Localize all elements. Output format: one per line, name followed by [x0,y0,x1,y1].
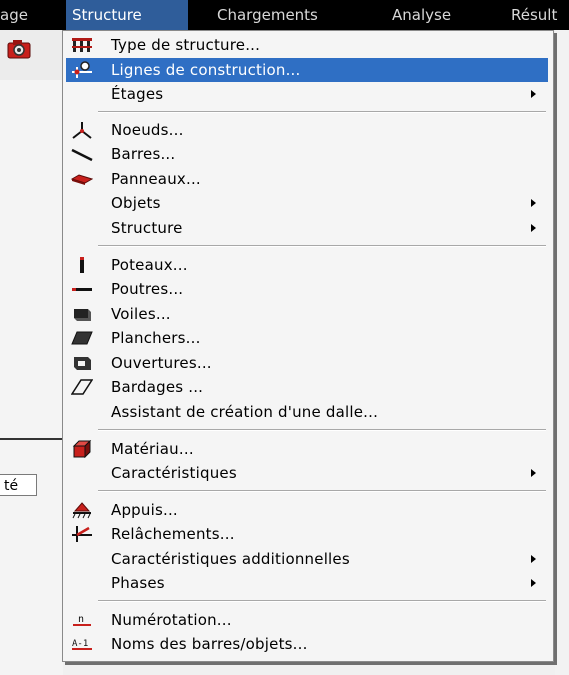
menu-item-label: Relâchements... [111,525,235,543]
menu-item-label: Lignes de construction... [111,61,301,79]
menu-item-label: Poutres... [111,280,184,298]
menu-item-phases[interactable]: Phases [66,571,548,595]
numbering-icon: n [71,611,93,629]
right-panel [555,30,569,675]
camera-icon[interactable] [6,38,32,60]
menu-item-appuis[interactable]: Appuis... [66,498,548,522]
menu-analyse[interactable]: Analyse [386,0,457,30]
submenu-arrow-icon [531,90,536,98]
svg-text:n: n [78,614,84,625]
menu-item-label: Caractéristiques additionnelles [111,550,350,568]
submenu-arrow-icon [531,224,536,232]
menu-bar: age Structure Chargements Analyse Résult [0,0,569,30]
divider [0,438,63,440]
menu-item-etages[interactable]: Étages [66,82,548,106]
menu-item-label: Caractéristiques [111,464,237,482]
separator [98,600,546,602]
menu-item-label: Phases [111,574,165,592]
menu-item-planchers[interactable]: Planchers... [66,326,548,350]
structure-dropdown-menu: Type de structure... Lignes de construct… [62,30,554,662]
svg-text:A-1: A-1 [72,639,88,649]
separator [98,111,546,113]
menu-item-assistant-dalle[interactable]: Assistant de création d'une dalle... [66,400,548,424]
menu-item-caracteristiques-additionnelles[interactable]: Caractéristiques additionnelles [66,547,548,571]
slab-icon [71,329,93,347]
menu-chargements[interactable]: Chargements [211,0,324,30]
menu-item-noeuds[interactable]: Noeuds... [66,118,548,142]
menu-item-voiles[interactable]: Voiles... [66,302,548,326]
menu-item-numerotation[interactable]: n Numérotation... [66,608,548,632]
panel-icon [71,170,93,188]
menu-item-barres[interactable]: Barres... [66,142,548,166]
menu-item-label: Type de structure... [111,36,261,54]
support-icon [71,501,93,519]
menu-item-label: Noms des barres/objets... [111,635,308,653]
menu-item-label: Matériau... [111,440,194,458]
menu-item-label: Étages [111,85,164,103]
submenu-arrow-icon [531,199,536,207]
menu-item-label: Appuis... [111,501,178,519]
menu-resultats[interactable]: Résult [505,0,563,30]
menu-item-label: Poteaux... [111,256,188,274]
separator [98,429,546,431]
wall-icon [71,305,93,323]
menu-item-poteaux[interactable]: Poteaux... [66,253,548,277]
menu-item-label: Bardages ... [111,378,204,396]
bar-names-icon: A-1 [71,635,93,653]
material-icon [71,440,93,458]
left-panel [0,80,63,675]
menu-item-label: Numérotation... [111,611,232,629]
menu-item-structure[interactable]: Structure [66,216,548,240]
menu-affichage[interactable]: age [0,0,34,30]
menu-structure[interactable]: Structure [66,0,188,30]
submenu-arrow-icon [531,555,536,563]
opening-icon [71,354,93,372]
menu-item-type-de-structure[interactable]: Type de structure... [66,33,548,57]
construction-lines-icon [71,61,93,79]
menu-item-lignes-de-construction[interactable]: Lignes de construction... [66,58,548,82]
menu-item-poutres[interactable]: Poutres... [66,277,548,301]
separator [98,245,546,247]
menu-item-objets[interactable]: Objets [66,191,548,215]
beam-icon [71,280,93,298]
column-icon [71,256,93,274]
node-icon [71,121,93,139]
menu-item-panneaux[interactable]: Panneaux... [66,167,548,191]
cladding-icon [71,378,93,396]
menu-item-noms-barres-objets[interactable]: A-1 Noms des barres/objets... [66,632,548,656]
menu-item-label: Barres... [111,145,176,163]
menu-item-bardages[interactable]: Bardages ... [66,375,548,399]
menu-item-label: Assistant de création d'une dalle... [111,403,379,421]
menu-item-label: Structure [111,219,183,237]
panel-tab[interactable]: té [0,474,37,496]
separator [98,490,546,492]
menu-item-relachements[interactable]: Relâchements... [66,522,548,546]
bar-icon [71,145,93,163]
submenu-arrow-icon [531,469,536,477]
menu-item-label: Ouvertures... [111,354,212,372]
menu-item-ouvertures[interactable]: Ouvertures... [66,351,548,375]
menu-item-label: Objets [111,194,161,212]
menu-item-caracteristiques[interactable]: Caractéristiques [66,461,548,485]
menu-item-label: Voiles... [111,305,171,323]
menu-item-label: Panneaux... [111,170,201,188]
menu-item-label: Noeuds... [111,121,184,139]
submenu-arrow-icon [531,579,536,587]
release-icon [71,525,93,543]
menu-item-materiau[interactable]: Matériau... [66,437,548,461]
structure-type-icon [71,36,93,54]
menu-item-label: Planchers... [111,329,201,347]
